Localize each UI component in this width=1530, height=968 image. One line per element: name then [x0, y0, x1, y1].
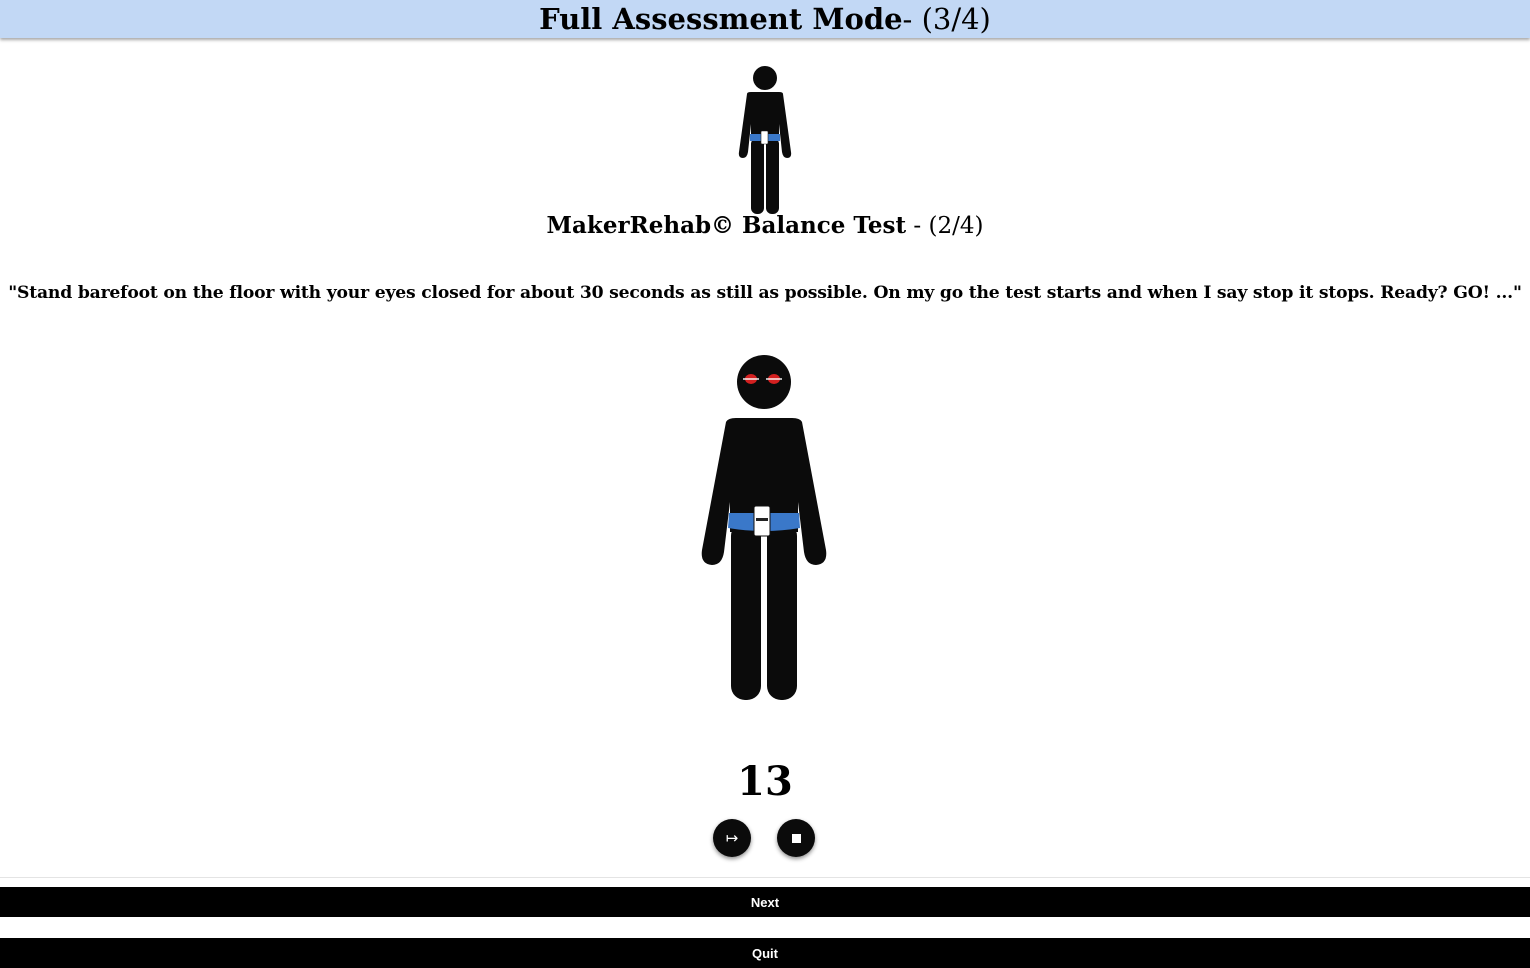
- divider: [0, 877, 1530, 878]
- instruction-text: "Stand barefoot on the floor with your e…: [8, 283, 1522, 303]
- stop-button[interactable]: [777, 819, 815, 857]
- test-title: MakerRehab© Balance Test - (2/4): [0, 212, 1530, 239]
- test-progress: - (2/4): [906, 213, 984, 239]
- countdown-timer: 13: [737, 758, 793, 805]
- test-name: MakerRehab© Balance Test: [546, 212, 907, 239]
- next-button[interactable]: Next: [0, 887, 1530, 917]
- quit-button[interactable]: Quit: [0, 938, 1530, 968]
- person-eyes-closed-icon: [701, 355, 827, 700]
- skip-forward-icon: ↦: [725, 829, 739, 847]
- stop-icon: [791, 833, 801, 843]
- mode-title: Full Assessment Mode: [539, 2, 903, 36]
- mode-progress: - (3/4): [902, 2, 991, 36]
- skip-button[interactable]: ↦: [713, 819, 751, 857]
- small-person-belt-icon: [738, 66, 792, 214]
- app-header: Full Assessment Mode - (3/4): [0, 0, 1530, 38]
